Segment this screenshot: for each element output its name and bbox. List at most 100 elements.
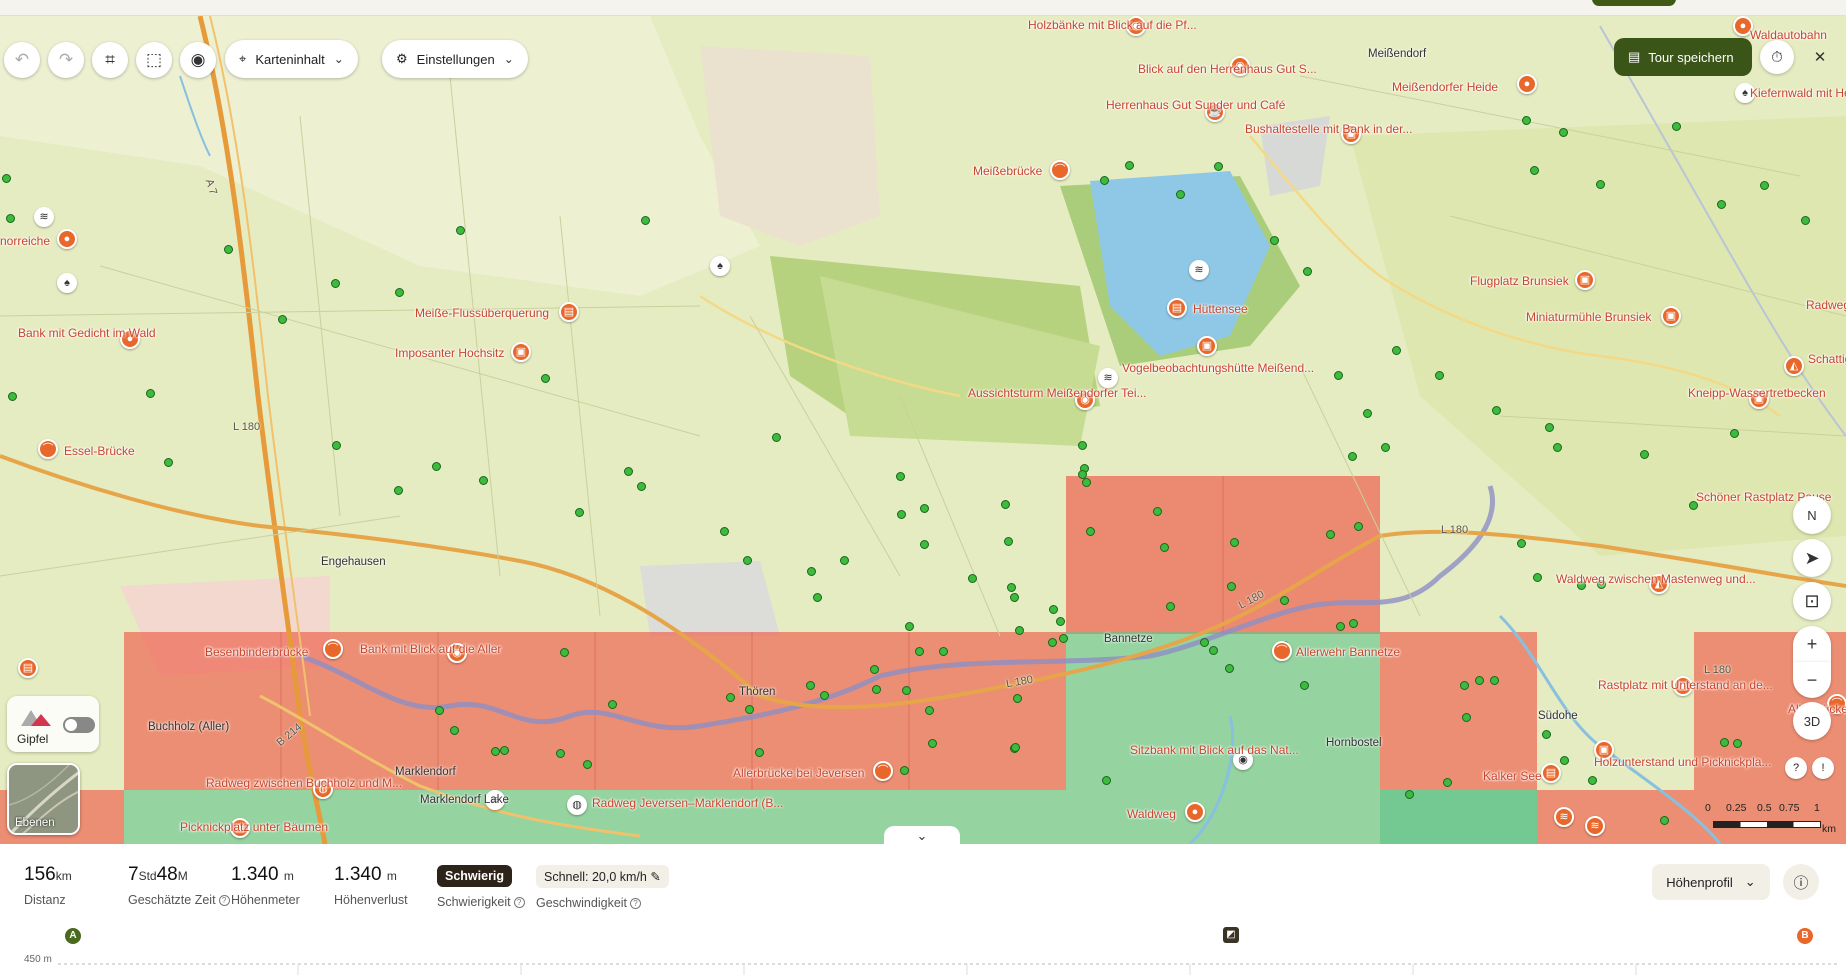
lake-poi-icon[interactable]: ▤: [1167, 298, 1187, 318]
lake-poi-icon[interactable]: ▤: [18, 658, 38, 678]
trail-dot: [1596, 180, 1605, 189]
bridge-poi-icon[interactable]: ⌒: [323, 639, 343, 659]
help-icon[interactable]: ?: [1785, 757, 1807, 779]
trail-dot: [1001, 500, 1010, 509]
visibility-button[interactable]: ◉: [180, 42, 216, 78]
bridge-poi-icon[interactable]: ⌒: [873, 761, 893, 781]
poi-label[interactable]: Aussichtsturm Meißendorfer Tei...: [968, 386, 1147, 400]
start-marker[interactable]: A: [65, 928, 81, 944]
poi-label[interactable]: Bank mit Blick auf die Aller: [360, 642, 501, 656]
poi-label[interactable]: Schattiger der Lü: [1808, 352, 1846, 366]
speed-edit-button[interactable]: Schnell: 20,0 km/h ✎: [536, 865, 669, 888]
poi-label[interactable]: Vogelbeobachtungshütte Meißend...: [1122, 361, 1314, 375]
compass-button[interactable]: N: [1793, 496, 1831, 534]
bridge-poi-icon[interactable]: ▤: [559, 302, 579, 322]
forest-poi-icon[interactable]: ♠: [710, 256, 730, 276]
hut-poi-icon[interactable]: ▣: [1197, 336, 1217, 356]
forest-poi-icon[interactable]: ♠: [57, 273, 77, 293]
bike-poi-icon[interactable]: ◍: [567, 795, 587, 815]
poi-label[interactable]: Meißendorfer Heide: [1392, 80, 1498, 94]
hochsitz-poi-icon[interactable]: ▣: [511, 342, 531, 362]
trail-dot: [1004, 537, 1013, 546]
heath-poi-icon[interactable]: ●: [1517, 74, 1537, 94]
water-poi-icon[interactable]: ≋: [1098, 368, 1118, 388]
layers-label: Ebenen: [15, 817, 55, 829]
save-tour-button[interactable]: ▤ Tour speichern: [1614, 38, 1752, 76]
poi-icon[interactable]: ●: [57, 229, 77, 249]
poi-label[interactable]: Radweg zwischen Buchholz und M...: [206, 776, 402, 790]
poi-label[interactable]: norreiche: [0, 234, 50, 248]
info-icon[interactable]: ?: [513, 897, 525, 908]
lake-poi-icon[interactable]: ▤: [1541, 763, 1561, 783]
trail-dot: [968, 574, 977, 583]
bridge-poi-icon[interactable]: ⌒: [38, 439, 58, 459]
poi-label[interactable]: Radweg Jeversen–Marklendorf (B...: [592, 796, 783, 810]
poi-label[interactable]: Essel-Brücke: [64, 444, 135, 458]
bridge-poi-icon[interactable]: ⌒: [1050, 160, 1070, 180]
shade-poi-icon[interactable]: ◭: [1784, 356, 1804, 376]
poi-label[interactable]: Waldweg: [1127, 807, 1176, 821]
poi-label[interactable]: Waldweg zwischen Mastenweg und...: [1556, 572, 1756, 586]
elevation-profile-dropdown[interactable]: Höhenprofil ⌄: [1652, 864, 1770, 900]
poi-label[interactable]: Rastplatz mit Unterstand an de...: [1598, 678, 1773, 692]
map-canvas[interactable]: ◉ ◉ ☕ ▣ ● ♠ ⌒ ♠ ≋ ▤ ▣ ≋ ◉ ▣ ▣ ◭ ▣ ▤ ▣ ● …: [0, 16, 1846, 844]
poi-label[interactable]: Holzunterstand und Picknickpla...: [1594, 755, 1771, 769]
info-icon[interactable]: ?: [630, 898, 642, 909]
water-poi-icon[interactable]: ≋: [34, 207, 54, 227]
undo-button[interactable]: ↶: [4, 42, 40, 78]
waldweg-poi-icon[interactable]: ●: [1185, 802, 1205, 822]
weir-poi-icon[interactable]: ⌒: [1272, 641, 1292, 661]
fit-route-icon[interactable]: ⊡: [1793, 582, 1831, 620]
poi-label[interactable]: Blick auf den Herrenhaus Gut S...: [1138, 62, 1317, 76]
poi-label[interactable]: Hüttensee: [1193, 302, 1248, 316]
map-content-dropdown[interactable]: ⌖ Karteninhalt ⌄: [225, 40, 358, 78]
road-label: L 180: [1441, 524, 1469, 536]
water-poi-icon[interactable]: ≋: [1554, 807, 1574, 827]
end-marker[interactable]: B: [1797, 928, 1813, 944]
peaks-layer-toggle[interactable]: Gipfel: [7, 696, 99, 752]
mill-poi-icon[interactable]: ▣: [1661, 306, 1681, 326]
poi-label[interactable]: Radweg z: [1806, 298, 1846, 312]
collapse-panel-handle[interactable]: ⌄: [884, 826, 960, 846]
poi-label[interactable]: Bushaltestelle mit Bank in der...: [1245, 122, 1412, 136]
poi-label[interactable]: Miniaturmühle Brunsiek: [1526, 310, 1651, 324]
trail-dot: [820, 691, 829, 700]
settings-dropdown[interactable]: ⚙ Einstellungen ⌄: [382, 40, 528, 78]
poi-label[interactable]: Allerwehr Bannetze: [1296, 645, 1400, 659]
time-minutes: 48: [156, 864, 178, 885]
close-icon: ✕: [1813, 49, 1827, 66]
water-poi-icon[interactable]: ≋: [1189, 260, 1209, 280]
peaks-label: Gipfel: [17, 732, 49, 746]
crop-button[interactable]: ⌗: [92, 42, 128, 78]
select-button[interactable]: ⬚: [136, 42, 172, 78]
locate-icon[interactable]: ➤: [1793, 539, 1831, 577]
trail-dot: [1227, 582, 1236, 591]
poi-label[interactable]: Meiße-Flussüberquerung: [415, 306, 549, 320]
poi-label[interactable]: Meißebrücke: [973, 164, 1042, 178]
poi-label[interactable]: Bank mit Gedicht im Wald: [18, 326, 156, 340]
poi-label[interactable]: Holzbänke mit Blick auf die Pf...: [1028, 18, 1197, 32]
poi-label[interactable]: Kalker See: [1483, 769, 1542, 783]
poi-label[interactable]: Picknickplatz unter Bäumen: [180, 820, 328, 834]
timer-button[interactable]: ⏱: [1760, 40, 1794, 74]
poi-label[interactable]: Herrenhaus Gut Sunder und Café: [1106, 98, 1285, 112]
water-poi-icon[interactable]: ≋: [1585, 816, 1605, 836]
poi-label[interactable]: Imposanter Hochsitz: [395, 346, 504, 360]
info-icon[interactable]: ?: [218, 895, 230, 906]
peaks-switch[interactable]: [63, 717, 95, 733]
elevation-poi-icon[interactable]: ◩: [1223, 927, 1239, 943]
poi-label[interactable]: Kiefernwald mit Heidelbeeren: [1750, 86, 1846, 100]
layers-button[interactable]: Ebenen: [7, 763, 80, 835]
airfield-poi-icon[interactable]: ▣: [1575, 270, 1595, 290]
info-button[interactable]: ⓘ: [1783, 864, 1819, 900]
redo-button[interactable]: ↷: [48, 42, 84, 78]
report-icon[interactable]: !: [1812, 757, 1834, 779]
threed-button[interactable]: 3D: [1793, 702, 1831, 740]
poi-label[interactable]: Sitzbank mit Blick auf das Nat...: [1130, 743, 1299, 757]
poi-label[interactable]: Kneipp-Wassertretbecken: [1688, 386, 1826, 400]
poi-label[interactable]: Flugplatz Brunsiek: [1470, 274, 1569, 288]
poi-label[interactable]: Besenbinderbrücke: [205, 645, 308, 659]
zoom-in-button[interactable]: +: [1793, 626, 1831, 662]
close-button[interactable]: ✕: [1803, 40, 1837, 74]
poi-label[interactable]: Allerbrücke bei Jeversen: [733, 766, 864, 780]
